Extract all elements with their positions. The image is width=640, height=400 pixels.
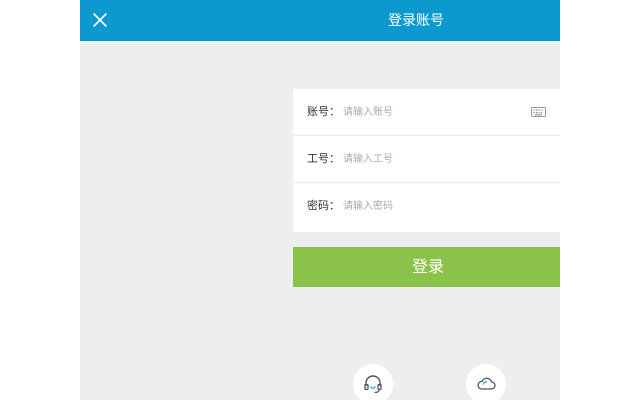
account-input[interactable] <box>343 102 513 122</box>
keyboard-icon[interactable] <box>531 107 546 117</box>
close-button[interactable] <box>90 10 110 30</box>
cloud-icon <box>477 377 496 390</box>
page-title: 登录账号 <box>388 13 444 29</box>
login-form: 账号： 工号： 密码： <box>293 89 560 232</box>
account-row: 账号： <box>293 89 560 136</box>
cloud-button[interactable] <box>466 364 506 400</box>
app-header: 登录账号 <box>80 0 560 41</box>
password-input[interactable] <box>343 196 513 216</box>
employee-id-input[interactable] <box>343 149 513 169</box>
employee-id-row: 工号： <box>293 136 560 183</box>
login-screen: 登录账号 账号： 工号： 密码： <box>80 0 560 400</box>
account-label: 账号： <box>307 105 340 118</box>
headset-icon <box>364 375 382 394</box>
password-label: 密码： <box>307 199 340 212</box>
support-button[interactable] <box>353 364 393 400</box>
password-row: 密码： <box>293 183 560 232</box>
close-icon <box>93 13 107 27</box>
employee-id-label: 工号： <box>307 152 340 165</box>
login-button[interactable]: 登录 <box>293 247 560 287</box>
